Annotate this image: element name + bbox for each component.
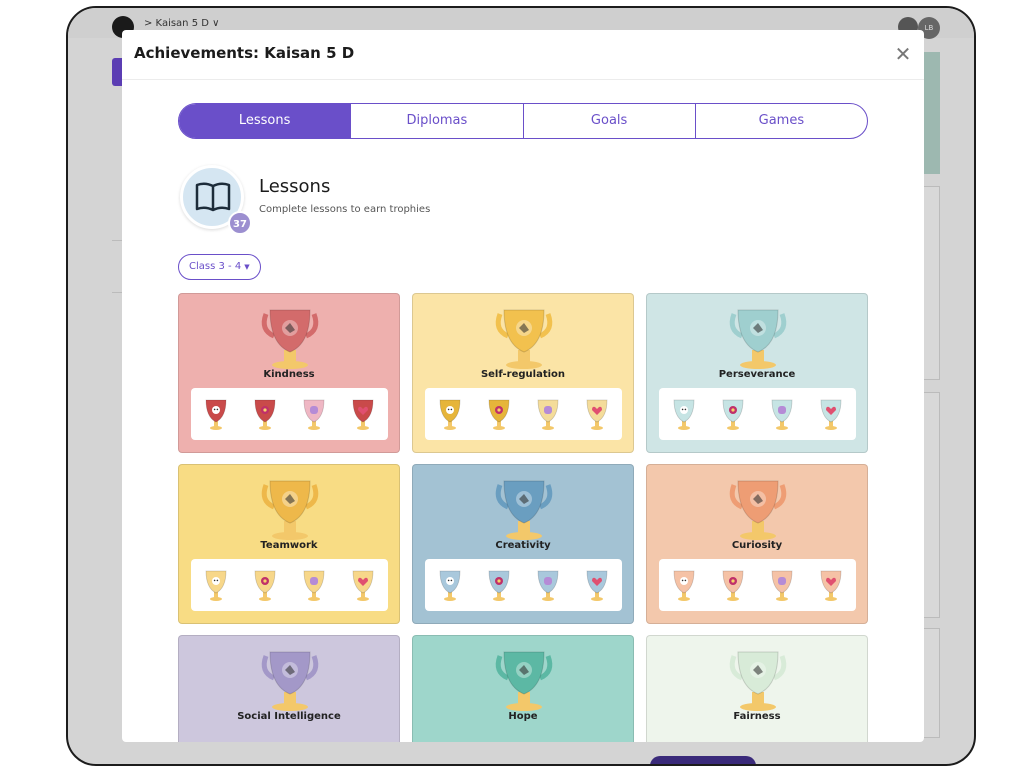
heart-mini-trophy-icon [818,568,844,602]
background-bottom-button [650,756,756,764]
face-mini-trophy-icon [437,568,463,602]
hand-mini-trophy-icon [769,397,795,431]
flower-mini-trophy-icon [252,397,278,431]
trophy-card-name: Social Intelligence [237,711,341,722]
trophy-card[interactable]: Creativity [412,464,634,624]
heart-mini-trophy-icon [818,397,844,431]
trophy-card[interactable]: Curiosity [646,464,868,624]
mini-trophy-row [191,559,388,611]
trophy-card[interactable]: Teamwork [178,464,400,624]
hand-mini-trophy-icon [535,397,561,431]
tab-games[interactable]: Games [694,104,867,138]
trophy-icon [492,646,556,712]
trophy-count-badge: 37 [228,211,252,235]
trophy-card-name: Hope [508,711,538,722]
trophy-card-name: Kindness [263,369,315,380]
trophy-card-name: Creativity [495,540,551,551]
tab-diplomas[interactable]: Diplomas [350,104,522,138]
trophy-card-name: Self-regulation [480,369,566,380]
mini-trophy-row [191,388,388,440]
trophy-card[interactable]: Hope [412,635,634,742]
trophy-card[interactable]: Self-regulation [412,293,634,453]
flower-mini-trophy-icon [720,568,746,602]
background-panel [922,186,940,380]
trophy-card[interactable]: Social Intelligence [178,635,400,742]
trophy-icon [726,475,790,541]
flower-mini-trophy-icon [720,397,746,431]
heart-mini-trophy-icon [350,397,376,431]
hand-mini-trophy-icon [301,397,327,431]
face-mini-trophy-icon [671,397,697,431]
face-mini-trophy-icon [437,397,463,431]
section-subtitle: Complete lessons to earn trophies [259,204,431,215]
mini-trophy-row [659,559,856,611]
book-icon [195,182,231,212]
trophy-card[interactable]: Perseverance [646,293,868,453]
trophy-icon [726,304,790,370]
hand-mini-trophy-icon [301,568,327,602]
tab-lessons[interactable]: Lessons [179,104,351,138]
background-panel [922,52,940,174]
trophy-icon [492,475,556,541]
trophy-icon [258,646,322,712]
flower-mini-trophy-icon [486,568,512,602]
face-mini-trophy-icon [203,397,229,431]
caret-down-icon: ▼ [244,263,250,271]
heart-mini-trophy-icon [584,397,610,431]
trophy-card[interactable]: Kindness [178,293,400,453]
modal-title: Achievements: Kaisan 5 D [134,44,355,62]
face-mini-trophy-icon [671,568,697,602]
heart-mini-trophy-icon [584,568,610,602]
mini-trophy-row [659,388,856,440]
heart-mini-trophy-icon [350,568,376,602]
section-title: Lessons [259,176,331,197]
achievement-tabs: Lessons Diplomas Goals Games [178,103,868,139]
modal-header: Achievements: Kaisan 5 D ✕ [122,30,924,80]
tab-goals[interactable]: Goals [522,104,695,138]
background-panel [922,628,940,738]
close-icon[interactable]: ✕ [892,44,914,66]
trophy-icon [258,304,322,370]
mini-trophy-row [425,559,622,611]
trophy-icon [492,304,556,370]
trophy-icon [258,475,322,541]
trophy-icon [726,646,790,712]
trophy-card-name: Curiosity [731,540,783,551]
hand-mini-trophy-icon [535,568,561,602]
trophy-card-name: Fairness [733,711,781,722]
flower-mini-trophy-icon [252,568,278,602]
background-breadcrumb: > Kaisan 5 D ∨ [144,18,220,29]
class-filter-dropdown[interactable]: Class 3 - 4 ▼ [178,254,261,280]
trophy-card-name: Teamwork [260,540,318,551]
face-mini-trophy-icon [203,568,229,602]
class-filter-label: Class 3 - 4 [189,261,242,272]
trophy-card[interactable]: Fairness [646,635,868,742]
achievements-modal: Achievements: Kaisan 5 D ✕ Lessons Diplo… [122,30,924,742]
background-panel [922,392,940,618]
mini-trophy-row [425,388,622,440]
flower-mini-trophy-icon [486,397,512,431]
trophy-card-name: Perseverance [718,369,796,380]
hand-mini-trophy-icon [769,568,795,602]
